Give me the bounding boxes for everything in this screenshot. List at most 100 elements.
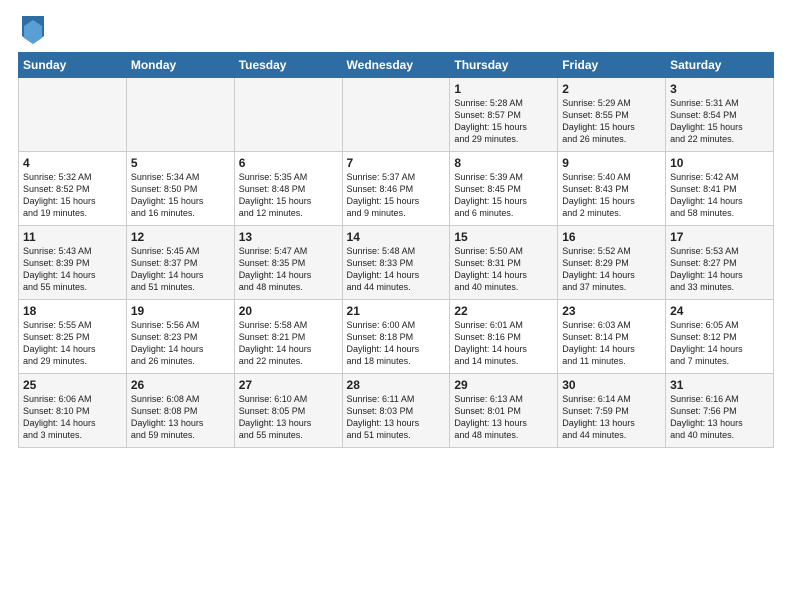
day-number: 22 (454, 304, 553, 318)
calendar-cell: 24Sunrise: 6:05 AM Sunset: 8:12 PM Dayli… (666, 300, 774, 374)
calendar-table: SundayMondayTuesdayWednesdayThursdayFrid… (18, 52, 774, 448)
week-row-3: 11Sunrise: 5:43 AM Sunset: 8:39 PM Dayli… (19, 226, 774, 300)
day-number: 4 (23, 156, 122, 170)
calendar-cell (342, 78, 450, 152)
calendar-cell: 31Sunrise: 6:16 AM Sunset: 7:56 PM Dayli… (666, 374, 774, 448)
day-number: 17 (670, 230, 769, 244)
calendar-cell: 5Sunrise: 5:34 AM Sunset: 8:50 PM Daylig… (126, 152, 234, 226)
day-number: 24 (670, 304, 769, 318)
calendar-cell: 1Sunrise: 5:28 AM Sunset: 8:57 PM Daylig… (450, 78, 558, 152)
cell-info: Sunrise: 5:50 AM Sunset: 8:31 PM Dayligh… (454, 245, 553, 294)
day-number: 6 (239, 156, 338, 170)
calendar-header: SundayMondayTuesdayWednesdayThursdayFrid… (19, 53, 774, 78)
cell-info: Sunrise: 6:00 AM Sunset: 8:18 PM Dayligh… (347, 319, 446, 368)
day-header-saturday: Saturday (666, 53, 774, 78)
cell-info: Sunrise: 5:28 AM Sunset: 8:57 PM Dayligh… (454, 97, 553, 146)
day-number: 1 (454, 82, 553, 96)
day-number: 21 (347, 304, 446, 318)
calendar-cell: 30Sunrise: 6:14 AM Sunset: 7:59 PM Dayli… (558, 374, 666, 448)
day-number: 8 (454, 156, 553, 170)
calendar-cell: 4Sunrise: 5:32 AM Sunset: 8:52 PM Daylig… (19, 152, 127, 226)
cell-info: Sunrise: 5:45 AM Sunset: 8:37 PM Dayligh… (131, 245, 230, 294)
day-number: 9 (562, 156, 661, 170)
day-header-sunday: Sunday (19, 53, 127, 78)
day-number: 15 (454, 230, 553, 244)
day-number: 19 (131, 304, 230, 318)
calendar-cell: 15Sunrise: 5:50 AM Sunset: 8:31 PM Dayli… (450, 226, 558, 300)
calendar-cell: 6Sunrise: 5:35 AM Sunset: 8:48 PM Daylig… (234, 152, 342, 226)
calendar-cell: 7Sunrise: 5:37 AM Sunset: 8:46 PM Daylig… (342, 152, 450, 226)
day-number: 13 (239, 230, 338, 244)
calendar-cell: 13Sunrise: 5:47 AM Sunset: 8:35 PM Dayli… (234, 226, 342, 300)
cell-info: Sunrise: 5:55 AM Sunset: 8:25 PM Dayligh… (23, 319, 122, 368)
cell-info: Sunrise: 6:03 AM Sunset: 8:14 PM Dayligh… (562, 319, 661, 368)
day-number: 25 (23, 378, 122, 392)
header (18, 16, 774, 44)
cell-info: Sunrise: 6:11 AM Sunset: 8:03 PM Dayligh… (347, 393, 446, 442)
day-number: 20 (239, 304, 338, 318)
cell-info: Sunrise: 6:16 AM Sunset: 7:56 PM Dayligh… (670, 393, 769, 442)
calendar-cell: 27Sunrise: 6:10 AM Sunset: 8:05 PM Dayli… (234, 374, 342, 448)
cell-info: Sunrise: 6:05 AM Sunset: 8:12 PM Dayligh… (670, 319, 769, 368)
day-number: 26 (131, 378, 230, 392)
calendar-cell: 16Sunrise: 5:52 AM Sunset: 8:29 PM Dayli… (558, 226, 666, 300)
week-row-2: 4Sunrise: 5:32 AM Sunset: 8:52 PM Daylig… (19, 152, 774, 226)
calendar-cell: 21Sunrise: 6:00 AM Sunset: 8:18 PM Dayli… (342, 300, 450, 374)
calendar-cell: 12Sunrise: 5:45 AM Sunset: 8:37 PM Dayli… (126, 226, 234, 300)
cell-info: Sunrise: 6:10 AM Sunset: 8:05 PM Dayligh… (239, 393, 338, 442)
calendar-cell: 11Sunrise: 5:43 AM Sunset: 8:39 PM Dayli… (19, 226, 127, 300)
cell-info: Sunrise: 5:31 AM Sunset: 8:54 PM Dayligh… (670, 97, 769, 146)
cell-info: Sunrise: 5:53 AM Sunset: 8:27 PM Dayligh… (670, 245, 769, 294)
day-number: 14 (347, 230, 446, 244)
cell-info: Sunrise: 5:42 AM Sunset: 8:41 PM Dayligh… (670, 171, 769, 220)
cell-info: Sunrise: 5:47 AM Sunset: 8:35 PM Dayligh… (239, 245, 338, 294)
calendar-cell: 26Sunrise: 6:08 AM Sunset: 8:08 PM Dayli… (126, 374, 234, 448)
cell-info: Sunrise: 5:32 AM Sunset: 8:52 PM Dayligh… (23, 171, 122, 220)
logo-icon (22, 16, 44, 44)
calendar-cell: 29Sunrise: 6:13 AM Sunset: 8:01 PM Dayli… (450, 374, 558, 448)
cell-info: Sunrise: 5:48 AM Sunset: 8:33 PM Dayligh… (347, 245, 446, 294)
day-number: 2 (562, 82, 661, 96)
day-header-wednesday: Wednesday (342, 53, 450, 78)
cell-info: Sunrise: 5:56 AM Sunset: 8:23 PM Dayligh… (131, 319, 230, 368)
cell-info: Sunrise: 6:13 AM Sunset: 8:01 PM Dayligh… (454, 393, 553, 442)
day-header-monday: Monday (126, 53, 234, 78)
day-number: 3 (670, 82, 769, 96)
week-row-4: 18Sunrise: 5:55 AM Sunset: 8:25 PM Dayli… (19, 300, 774, 374)
day-number: 31 (670, 378, 769, 392)
calendar-cell: 23Sunrise: 6:03 AM Sunset: 8:14 PM Dayli… (558, 300, 666, 374)
cell-info: Sunrise: 5:58 AM Sunset: 8:21 PM Dayligh… (239, 319, 338, 368)
calendar-cell (126, 78, 234, 152)
calendar-cell: 2Sunrise: 5:29 AM Sunset: 8:55 PM Daylig… (558, 78, 666, 152)
day-number: 28 (347, 378, 446, 392)
calendar-cell (19, 78, 127, 152)
cell-info: Sunrise: 6:06 AM Sunset: 8:10 PM Dayligh… (23, 393, 122, 442)
day-number: 10 (670, 156, 769, 170)
day-header-thursday: Thursday (450, 53, 558, 78)
calendar-cell: 28Sunrise: 6:11 AM Sunset: 8:03 PM Dayli… (342, 374, 450, 448)
day-header-friday: Friday (558, 53, 666, 78)
cell-info: Sunrise: 5:35 AM Sunset: 8:48 PM Dayligh… (239, 171, 338, 220)
logo (18, 16, 44, 44)
cell-info: Sunrise: 5:52 AM Sunset: 8:29 PM Dayligh… (562, 245, 661, 294)
cell-info: Sunrise: 6:08 AM Sunset: 8:08 PM Dayligh… (131, 393, 230, 442)
day-number: 27 (239, 378, 338, 392)
day-number: 29 (454, 378, 553, 392)
day-number: 18 (23, 304, 122, 318)
day-number: 30 (562, 378, 661, 392)
day-number: 11 (23, 230, 122, 244)
calendar-cell (234, 78, 342, 152)
cell-info: Sunrise: 6:01 AM Sunset: 8:16 PM Dayligh… (454, 319, 553, 368)
day-number: 16 (562, 230, 661, 244)
day-number: 7 (347, 156, 446, 170)
calendar-cell: 3Sunrise: 5:31 AM Sunset: 8:54 PM Daylig… (666, 78, 774, 152)
calendar-cell: 14Sunrise: 5:48 AM Sunset: 8:33 PM Dayli… (342, 226, 450, 300)
calendar-cell: 9Sunrise: 5:40 AM Sunset: 8:43 PM Daylig… (558, 152, 666, 226)
calendar-cell: 22Sunrise: 6:01 AM Sunset: 8:16 PM Dayli… (450, 300, 558, 374)
calendar-cell: 17Sunrise: 5:53 AM Sunset: 8:27 PM Dayli… (666, 226, 774, 300)
cell-info: Sunrise: 6:14 AM Sunset: 7:59 PM Dayligh… (562, 393, 661, 442)
week-row-1: 1Sunrise: 5:28 AM Sunset: 8:57 PM Daylig… (19, 78, 774, 152)
calendar-body: 1Sunrise: 5:28 AM Sunset: 8:57 PM Daylig… (19, 78, 774, 448)
day-header-tuesday: Tuesday (234, 53, 342, 78)
cell-info: Sunrise: 5:39 AM Sunset: 8:45 PM Dayligh… (454, 171, 553, 220)
